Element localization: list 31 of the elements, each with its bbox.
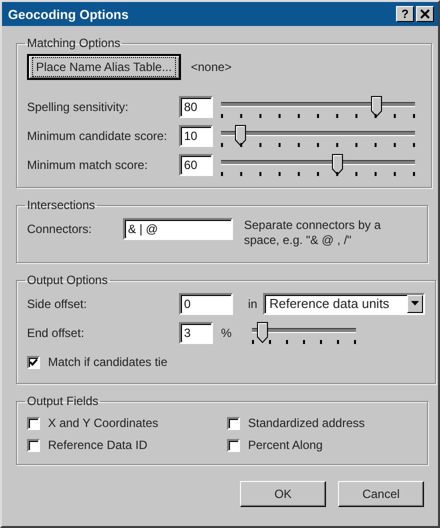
field-label: Minimum match score: — [27, 158, 149, 172]
connectors-field[interactable]: & | @ — [123, 218, 233, 240]
checkbox-label: Percent Along — [248, 438, 323, 452]
help-button[interactable]: ? — [396, 6, 414, 22]
input-field[interactable]: 3 — [179, 322, 213, 344]
checkbox-label: X and Y Coordinates — [48, 416, 158, 430]
group-title: Output Fields — [26, 394, 100, 408]
alias-table-button[interactable]: Place Name Alias Table... — [27, 54, 181, 80]
group-title: Intersections — [26, 198, 96, 212]
alias-value: <none> — [190, 60, 232, 74]
checkbox-label: Standardized address — [248, 416, 365, 430]
input-field[interactable]: 0 — [179, 292, 233, 314]
group-title: Matching Options — [26, 36, 122, 50]
checkbox-label: Match if candidates tie — [48, 355, 168, 369]
hint-text: Separate connectors by a space, e.g. "& @ , /" — [244, 218, 382, 248]
field-label: Side offset: — [27, 296, 88, 310]
checkbox-label: Reference Data ID — [48, 438, 148, 452]
unit-label: in — [248, 296, 258, 310]
cancel-button[interactable]: Cancel — [338, 481, 424, 507]
field-label: Connectors: — [27, 221, 93, 238]
field-label: Minimum candidate score: — [27, 128, 168, 142]
unit-label: % — [221, 326, 232, 340]
field-label: Spelling sensitivity: — [27, 100, 130, 114]
ok-button[interactable]: OK — [240, 481, 326, 507]
input-field[interactable]: 10 — [179, 124, 213, 146]
window-title: Geocoding Options — [8, 6, 129, 22]
input-field[interactable]: 60 — [179, 154, 213, 176]
field-label: End offset: — [27, 326, 86, 340]
units-dropdown[interactable]: Reference data units — [263, 292, 426, 314]
input-field[interactable]: 80 — [179, 96, 213, 118]
group-title: Output Options — [26, 273, 109, 287]
